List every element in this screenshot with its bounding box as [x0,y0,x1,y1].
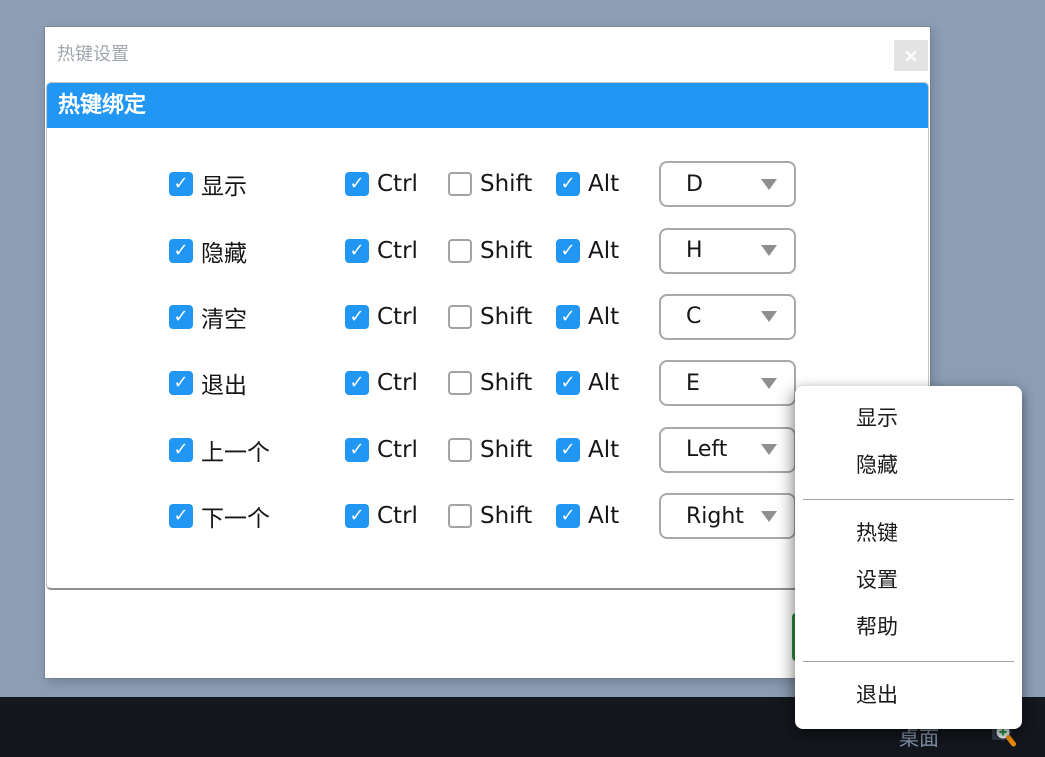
chevron-down-icon [761,311,777,322]
key-select[interactable]: H [659,228,796,274]
alt-checkbox[interactable] [556,172,580,196]
hotkey-row-hide: 隐藏 Ctrl Shift Alt H [169,217,928,283]
shift-label: Shift [480,304,532,330]
row-label: 退出 [201,366,247,400]
menu-separator [803,499,1014,500]
alt-label: Alt [588,171,619,197]
alt-label: Alt [588,304,619,330]
key-select-value: D [686,172,703,197]
key-select[interactable]: Right [659,493,796,539]
alt-checkbox[interactable] [556,438,580,462]
alt-checkbox[interactable] [556,305,580,329]
row-label: 清空 [201,300,247,334]
row-enabled-checkbox[interactable] [169,305,193,329]
shift-checkbox[interactable] [448,239,472,263]
alt-checkbox[interactable] [556,504,580,528]
menu-item-show[interactable]: 显示 [795,395,1022,442]
key-select[interactable]: Left [659,427,796,473]
ctrl-label: Ctrl [377,238,418,264]
menu-item-exit[interactable]: 退出 [795,672,1022,719]
menu-item-hotkey[interactable]: 热键 [795,510,1022,557]
key-select-value: Right [686,504,744,529]
ctrl-label: Ctrl [377,503,418,529]
row-enabled-checkbox[interactable] [169,371,193,395]
chevron-down-icon [761,511,777,522]
row-label: 上一个 [201,433,270,467]
row-label: 隐藏 [201,234,247,268]
ctrl-checkbox[interactable] [345,438,369,462]
ctrl-checkbox[interactable] [345,305,369,329]
ctrl-label: Ctrl [377,370,418,396]
ctrl-label: Ctrl [377,437,418,463]
ctrl-checkbox[interactable] [345,371,369,395]
shift-checkbox[interactable] [448,172,472,196]
desktop: 热键设置 × 热键绑定 显示 Ctrl Shif [0,0,1045,757]
hotkey-row-clear: 清空 Ctrl Shift Alt C [169,284,928,350]
key-select-value: H [686,238,703,263]
close-button[interactable]: × [894,40,928,71]
row-enabled-checkbox[interactable] [169,239,193,263]
row-label: 显示 [201,167,247,201]
shift-checkbox[interactable] [448,371,472,395]
chevron-down-icon [761,245,777,256]
row-enabled-checkbox[interactable] [169,504,193,528]
key-select[interactable]: D [659,161,796,207]
shift-checkbox[interactable] [448,504,472,528]
alt-label: Alt [588,437,619,463]
hotkey-row-show: 显示 Ctrl Shift Alt D [169,151,928,217]
alt-checkbox[interactable] [556,239,580,263]
shift-checkbox[interactable] [448,438,472,462]
key-select[interactable]: E [659,360,796,406]
alt-label: Alt [588,238,619,264]
chevron-down-icon [761,378,777,389]
chevron-down-icon [761,179,777,190]
key-select-value: E [686,371,700,396]
close-icon: × [903,45,919,67]
row-label: 下一个 [201,499,270,533]
ctrl-label: Ctrl [377,171,418,197]
menu-item-help[interactable]: 帮助 [795,604,1022,651]
ctrl-label: Ctrl [377,304,418,330]
key-select[interactable]: C [659,294,796,340]
shift-label: Shift [480,503,532,529]
chevron-down-icon [761,444,777,455]
shift-label: Shift [480,171,532,197]
alt-checkbox[interactable] [556,371,580,395]
alt-label: Alt [588,370,619,396]
panel-header: 热键绑定 [47,83,928,128]
shift-label: Shift [480,370,532,396]
row-enabled-checkbox[interactable] [169,172,193,196]
menu-separator [803,661,1014,662]
ctrl-checkbox[interactable] [345,172,369,196]
shift-checkbox[interactable] [448,305,472,329]
row-enabled-checkbox[interactable] [169,438,193,462]
key-select-value: Left [686,437,727,462]
menu-item-settings[interactable]: 设置 [795,557,1022,604]
window-title: 热键设置 [57,27,129,82]
menu-item-hide[interactable]: 隐藏 [795,442,1022,489]
shift-label: Shift [480,437,532,463]
ctrl-checkbox[interactable] [345,239,369,263]
context-menu: 显示 隐藏 热键 设置 帮助 退出 [795,386,1022,729]
ctrl-checkbox[interactable] [345,504,369,528]
key-select-value: C [686,304,701,329]
alt-label: Alt [588,503,619,529]
shift-label: Shift [480,238,532,264]
